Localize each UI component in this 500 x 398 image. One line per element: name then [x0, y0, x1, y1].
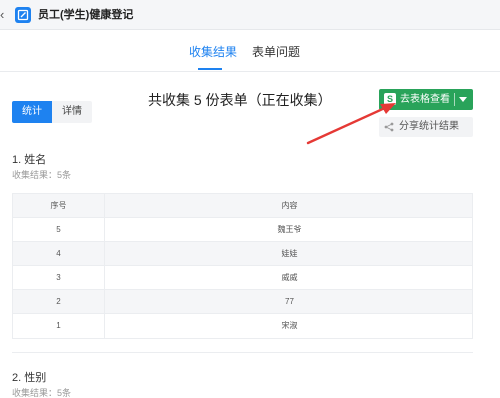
question-result-count: 收集结果：5条 — [12, 388, 72, 398]
share-icon — [384, 122, 394, 132]
top-bar: ‹ 员工(学生)健康登记 — [0, 0, 500, 30]
row-index: 1 — [13, 314, 105, 338]
row-content: 威威 — [281, 273, 298, 282]
tab-bar: 收集结果 表单问题 — [0, 30, 500, 72]
details-toggle-button[interactable]: 详情 — [52, 101, 92, 123]
app-title: 员工(学生)健康登记 — [38, 9, 134, 21]
table-row: 5 魏王爷 — [13, 218, 472, 242]
view-in-sheet-label: 去表格查看 — [400, 94, 450, 105]
column-header-content: 内容 — [281, 201, 298, 210]
column-header-index: 序号 — [13, 194, 105, 218]
tab-form-questions[interactable]: 表单问题 — [252, 45, 300, 59]
view-in-sheet-button[interactable]: S 去表格查看 — [379, 89, 473, 110]
question-title: 1. 姓名 — [12, 154, 47, 166]
question-result-count: 收集结果：5条 — [12, 170, 72, 180]
table-row: 1 宋淑 — [13, 314, 472, 338]
back-chevron-icon[interactable]: ‹ — [0, 8, 10, 22]
stats-toggle-button[interactable]: 统计 — [12, 101, 52, 123]
tab-results[interactable]: 收集结果 — [189, 45, 237, 59]
form-app-icon — [15, 7, 31, 23]
table-row: 3 威威 — [13, 266, 472, 290]
row-index: 2 — [13, 290, 105, 314]
results-table: 序号 内容 5 魏王爷 4 娃娃 3 威威 2 77 1 宋淑 — [12, 193, 473, 339]
section-divider — [12, 352, 473, 353]
share-results-button[interactable]: 分享统计结果 — [379, 117, 473, 137]
row-content: 娃娃 — [281, 249, 298, 258]
row-index: 4 — [13, 242, 105, 266]
collection-summary-heading: 共收集 5 份表单（正在收集） — [148, 92, 332, 108]
button-separator — [454, 93, 455, 106]
row-content: 77 — [285, 297, 294, 306]
table-row: 4 娃娃 — [13, 242, 472, 266]
row-index: 5 — [13, 218, 105, 242]
row-content: 宋淑 — [281, 321, 298, 330]
table-row: 2 77 — [13, 290, 472, 314]
row-index: 3 — [13, 266, 105, 290]
view-toggle: 统计 详情 — [12, 101, 92, 123]
share-results-label: 分享统计结果 — [399, 121, 459, 132]
active-tab-underline — [198, 68, 222, 70]
row-content: 魏王爷 — [277, 225, 302, 234]
table-header-row: 序号 内容 — [13, 194, 472, 218]
sheet-s-icon: S — [384, 93, 396, 105]
question-title: 2. 性别 — [12, 372, 47, 384]
dropdown-caret-icon[interactable] — [459, 97, 467, 102]
